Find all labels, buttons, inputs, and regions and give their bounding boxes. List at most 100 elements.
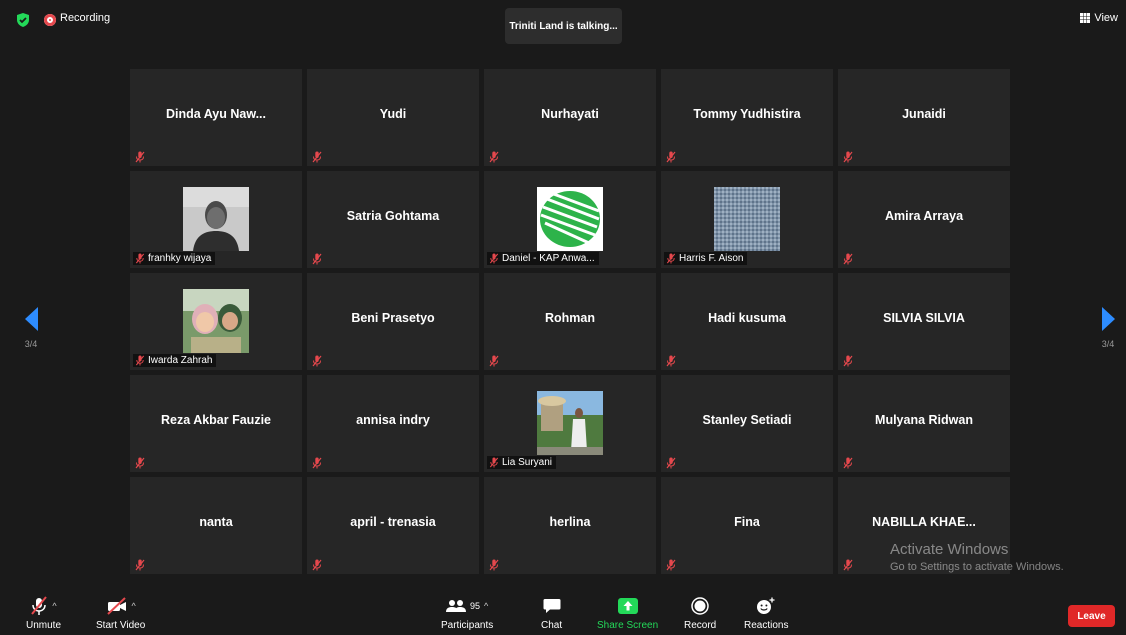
participant-name: Harris F. Aison [679, 253, 744, 264]
participant-name: Nurhayati [541, 106, 599, 121]
participant-tile[interactable]: Reza Akbar Fauzie [130, 375, 302, 472]
unmute-button[interactable]: ^ Unmute [26, 595, 61, 631]
participants-button[interactable]: 95 ^ Participants [441, 595, 493, 631]
previous-page-button[interactable]: 3/4 [22, 307, 40, 349]
mic-muted-icon [489, 150, 499, 163]
reactions-button[interactable]: Reactions [744, 595, 788, 631]
mic-muted-icon [489, 558, 499, 571]
participant-name: SILVIA SILVIA [883, 310, 965, 325]
participant-name: Dinda Ayu Naw... [165, 106, 266, 121]
unmute-label: Unmute [26, 620, 62, 631]
chevron-up-icon[interactable]: ^ [52, 601, 56, 611]
shield-check-icon[interactable] [15, 12, 31, 28]
mic-muted-icon [843, 354, 853, 367]
mic-muted-icon [489, 354, 499, 367]
participant-name: Tommy Yudhistira [693, 106, 801, 121]
participant-grid: Dinda Ayu Naw... Yudi Nurhayati Tommy Yudhi… [130, 69, 1010, 574]
participant-video [537, 187, 603, 251]
participant-name: Beni Prasetyo [351, 310, 435, 325]
participant-tile[interactable]: Rohman [484, 273, 656, 370]
participant-tile[interactable]: Hadi kusuma [661, 273, 833, 370]
participant-name: franhky wijaya [148, 253, 212, 264]
participant-tile[interactable]: Tommy Yudhistira [661, 69, 833, 166]
mic-muted-icon [666, 354, 676, 367]
participant-tile[interactable]: nanta [130, 477, 302, 574]
mic-muted-icon [666, 151, 676, 163]
watermark-title: Activate Windows [890, 541, 1009, 558]
mic-muted-icon [843, 252, 853, 265]
record-button[interactable]: Record [684, 595, 716, 631]
participant-tile[interactable]: Lia Suryani [484, 375, 656, 472]
participant-video [183, 187, 249, 251]
participant-caption: Daniel - KAP Anwa... [487, 252, 599, 265]
share-screen-label: Share Screen [597, 620, 659, 631]
participant-name: Iwarda Zahrah [148, 355, 213, 366]
mic-muted-icon [843, 457, 853, 469]
mic-muted-icon [489, 457, 499, 468]
participant-tile[interactable]: Iwarda Zahrah [130, 273, 302, 370]
participant-tile[interactable]: Amira Arraya [838, 171, 1010, 268]
participant-name: Reza Akbar Fauzie [161, 412, 271, 427]
arrow-right-icon [1101, 307, 1115, 331]
participant-name: Mulyana Ridwan [875, 412, 973, 427]
participant-tile[interactable]: herlina [484, 477, 656, 574]
participant-name: Hadi kusuma [708, 310, 786, 325]
video-off-icon [106, 597, 126, 615]
chevron-up-icon[interactable]: ^ [484, 601, 488, 611]
participant-name: Rohman [545, 310, 595, 325]
mic-muted-icon [312, 151, 322, 163]
participant-caption: franhky wijaya [133, 252, 216, 265]
mic-muted-icon [135, 151, 145, 163]
participant-video [537, 391, 603, 455]
participant-video [183, 289, 249, 353]
participant-tile[interactable]: Satria Gohtama [307, 171, 479, 268]
mic-muted-icon [312, 354, 322, 367]
page-indicator-right: 3/4 [1101, 339, 1115, 349]
participant-name: Junaidi [902, 106, 946, 121]
participant-tile[interactable]: SILVIA SILVIA [838, 273, 1010, 370]
reactions-label: Reactions [744, 620, 789, 631]
mic-muted-icon [666, 253, 676, 264]
activate-windows-watermark: Activate Windows Go to Settings to activ… [890, 541, 1064, 573]
chevron-up-icon[interactable]: ^ [132, 601, 136, 611]
smiley-plus-icon [757, 597, 775, 614]
mic-muted-icon [135, 559, 145, 571]
mic-muted-icon [843, 355, 853, 367]
mic-muted-icon [312, 558, 322, 571]
chat-bubble-icon [543, 599, 561, 613]
leave-button[interactable]: Leave [1068, 605, 1115, 627]
share-screen-button[interactable]: Share Screen [597, 595, 658, 631]
top-bar: Recording Triniti Land is talking... Vie… [0, 0, 1126, 44]
participants-label: Participants [441, 620, 494, 631]
mic-muted-icon [135, 558, 145, 571]
start-video-button[interactable]: ^ Start Video [96, 595, 145, 631]
participant-tile[interactable]: Dinda Ayu Naw... [130, 69, 302, 166]
view-label: View [1094, 12, 1118, 24]
participant-tile[interactable]: Junaidi [838, 69, 1010, 166]
participant-tile[interactable]: april - trenasia [307, 477, 479, 574]
participant-tile[interactable]: franhky wijaya [130, 171, 302, 268]
participant-caption: Lia Suryani [487, 456, 557, 469]
chat-button[interactable]: Chat [541, 595, 562, 631]
participant-tile[interactable]: Fina [661, 477, 833, 574]
participant-name: nanta [199, 514, 233, 529]
mic-muted-icon [666, 559, 676, 571]
view-button[interactable]: View [1080, 12, 1118, 24]
record-icon [691, 597, 709, 615]
next-page-button[interactable]: 3/4 [1099, 307, 1117, 349]
mic-muted-icon [312, 457, 322, 469]
participant-name: april - trenasia [350, 514, 436, 529]
participant-tile[interactable]: Daniel - KAP Anwa... [484, 171, 656, 268]
participant-tile[interactable]: Nurhayati [484, 69, 656, 166]
participant-name: annisa indry [356, 412, 430, 427]
participant-tile[interactable]: Mulyana Ridwan [838, 375, 1010, 472]
participant-tile[interactable]: Beni Prasetyo [307, 273, 479, 370]
participant-tile[interactable]: annisa indry [307, 375, 479, 472]
participant-tile[interactable]: Yudi [307, 69, 479, 166]
mic-muted-icon [489, 355, 499, 367]
participant-tile[interactable]: Harris F. Aison [661, 171, 833, 268]
page-indicator-left: 3/4 [24, 339, 38, 349]
participants-icon [446, 600, 466, 612]
mic-muted-icon [666, 558, 676, 571]
participant-tile[interactable]: Stanley Setiadi [661, 375, 833, 472]
